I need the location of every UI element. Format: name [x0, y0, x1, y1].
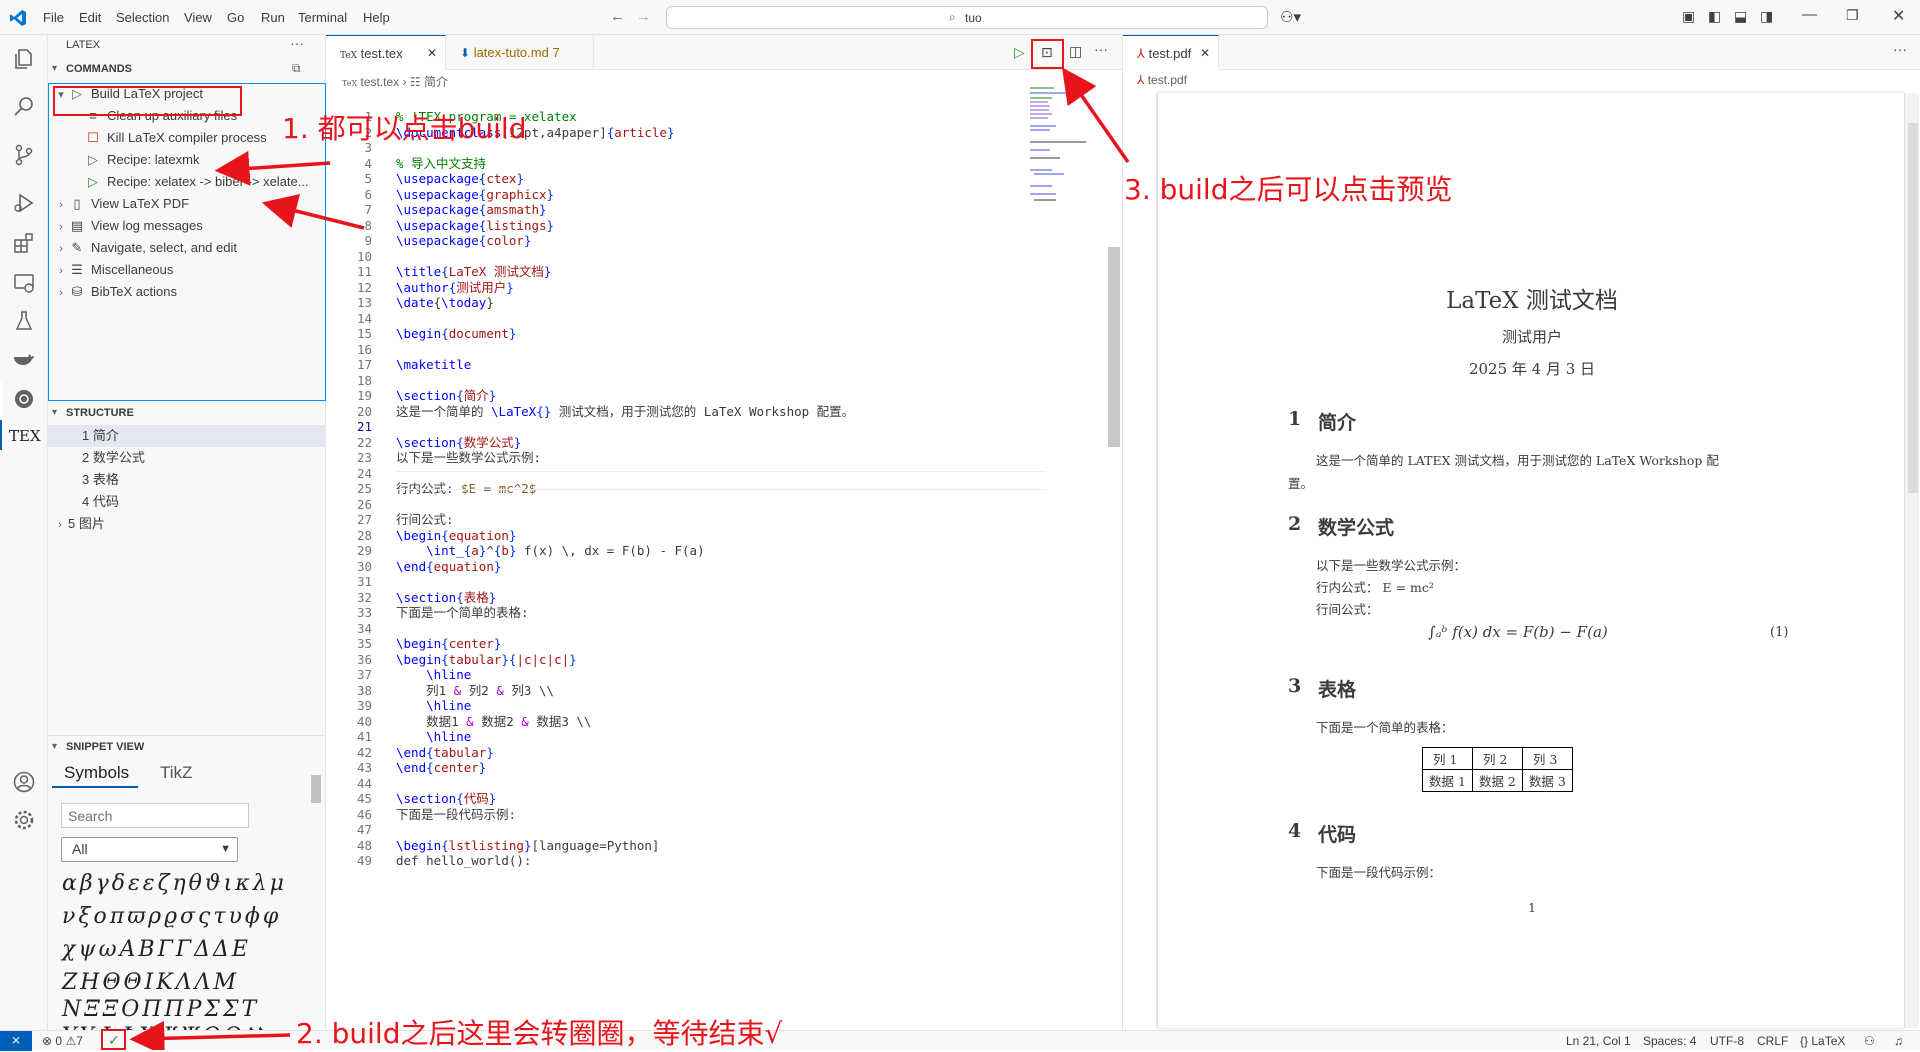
arrow-to-recipe-xelatex [261, 193, 365, 230]
arrow-to-recipe-latexmk [214, 150, 331, 186]
arrow-to-view-pdf [1061, 67, 1130, 164]
arrow-to-status [129, 1020, 291, 1050]
annotation-arrows [129, 67, 1130, 1050]
